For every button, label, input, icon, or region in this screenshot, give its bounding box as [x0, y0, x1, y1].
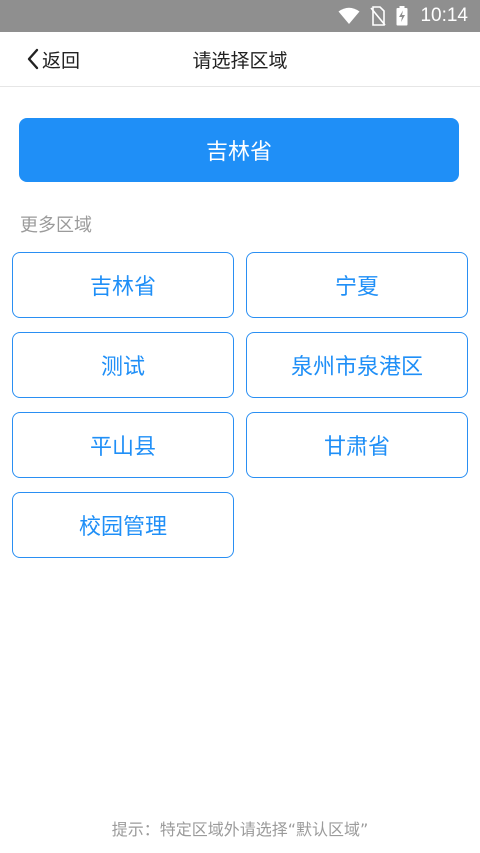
region-item-pingshan[interactable]: 平山县 — [12, 412, 234, 478]
battery-charging-icon — [396, 6, 408, 26]
back-button[interactable]: 返回 — [26, 42, 80, 76]
region-item-jilin[interactable]: 吉林省 — [12, 252, 234, 318]
header: 返回 请选择区域 — [0, 32, 480, 87]
region-item-campus[interactable]: 校园管理 — [12, 492, 234, 558]
region-grid: 吉林省 宁夏 测试 泉州市泉港区 平山县 甘肃省 校园管理 — [12, 252, 468, 558]
status-time: 10:14 — [420, 5, 468, 26]
status-bar: 10:14 — [0, 0, 480, 32]
wifi-icon — [338, 7, 360, 25]
region-item-quangang[interactable]: 泉州市泉港区 — [246, 332, 468, 398]
hint-text: 提示：特定区域外请选择“默认区域” — [111, 820, 369, 839]
no-sim-icon — [370, 6, 387, 26]
chevron-left-icon — [26, 48, 40, 70]
region-item-ningxia[interactable]: 宁夏 — [246, 252, 468, 318]
back-label: 返回 — [42, 49, 81, 72]
more-regions-label: 更多区域 — [20, 215, 92, 236]
region-item-test[interactable]: 测试 — [12, 332, 234, 398]
region-item-gansu[interactable]: 甘肃省 — [246, 412, 468, 478]
current-region-button[interactable]: 吉林省 — [19, 118, 459, 182]
